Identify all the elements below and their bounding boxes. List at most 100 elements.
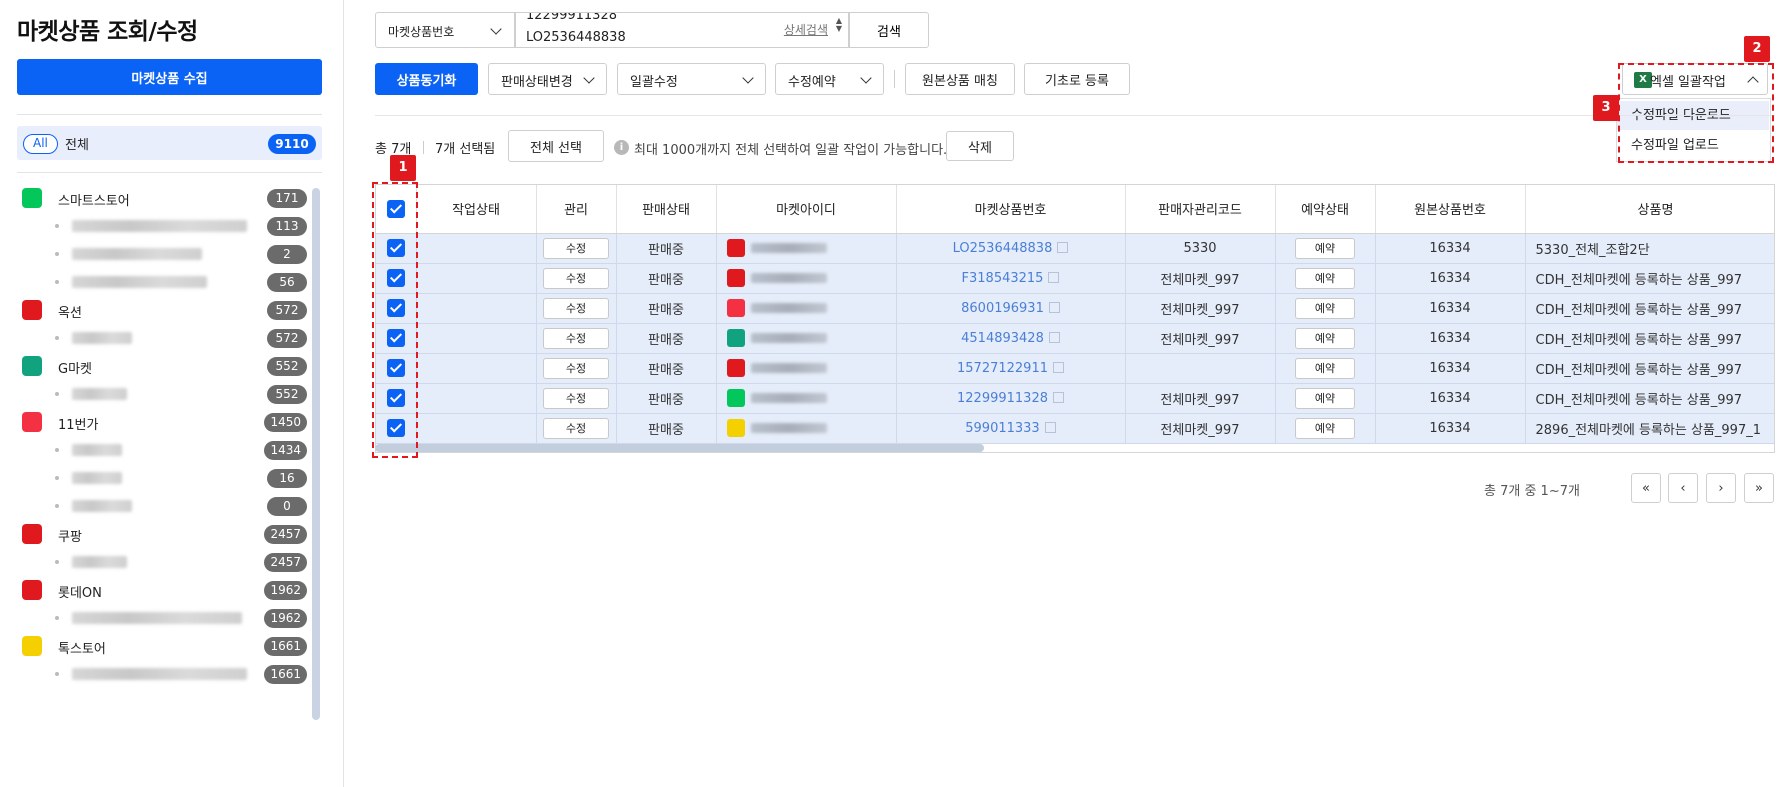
first-page-button[interactable]: « [1631, 473, 1661, 503]
sidebar-sub-item[interactable]: 2457 [17, 550, 307, 574]
reserve-button[interactable]: 예약 [1295, 237, 1355, 259]
edit-button[interactable]: 수정 [543, 387, 609, 409]
table-row[interactable]: 수정 판매중 4514893428 전체마켓_997 예약 16334 CDH_전체마켓에 … [376, 323, 1774, 354]
column-header[interactable]: 관리 [536, 185, 617, 234]
horizontal-scrollbar[interactable] [375, 444, 984, 452]
sidebar-sub-item[interactable]: 56 [17, 270, 307, 294]
next-page-button[interactable]: › [1706, 473, 1736, 503]
product-name-cell: CDH_전체마켓에 등록하는 상품_997 [1525, 383, 1774, 414]
job-status-cell [416, 293, 537, 324]
sidebar-market-talkstore[interactable]: 톡스토어 1661 [17, 634, 307, 658]
sidebar-item-all[interactable]: All 전체 9110 [17, 126, 322, 160]
sidebar-market-11st[interactable]: 11번가 1450 [17, 410, 307, 434]
column-header[interactable]: 마켓상품번호 [896, 185, 1126, 234]
edit-reserve-dropdown[interactable]: 수정예약 [775, 63, 884, 95]
external-link-icon[interactable] [1044, 421, 1056, 433]
reserve-button[interactable]: 예약 [1295, 327, 1355, 349]
product-no-link[interactable]: 15727122911 [957, 361, 1048, 376]
column-header[interactable]: 상품명 [1525, 185, 1774, 234]
external-link-icon[interactable] [1057, 241, 1069, 253]
blurred-account-id [72, 332, 132, 344]
search-input[interactable]: 12299911328 LO2536448838 상세검색 ▲ ▼ [515, 12, 849, 48]
search-field-select[interactable]: 마켓상품번호 [375, 12, 515, 48]
resize-handle-icon[interactable]: ▲ ▼ [836, 17, 842, 33]
table-row[interactable]: 수정 판매중 15727122911 예약 16334 CDH_전체마켓에 등록하는 상품… [376, 353, 1774, 384]
advanced-search-link[interactable]: 상세검색 [784, 21, 828, 38]
reserve-button[interactable]: 예약 [1295, 387, 1355, 409]
market-product-no-cell[interactable]: F318543215 [896, 263, 1126, 294]
search-button[interactable]: 검색 [849, 12, 929, 48]
product-no-link[interactable]: LO2536448838 [953, 241, 1053, 256]
dropdown-label: 수정예약 [788, 75, 836, 90]
sidebar: 마켓상품 조회/수정 마켓상품 수집 All 전체 9110 스마트스토어 171… [0, 0, 344, 787]
edit-button[interactable]: 수정 [543, 237, 609, 259]
table-row[interactable]: 수정 판매중 12299911328 전체마켓_997 예약 16334 CDH_전체마켓에… [376, 383, 1774, 414]
external-link-icon[interactable] [1048, 271, 1060, 283]
sidebar-sub-item[interactable]: 16 [17, 466, 307, 490]
external-link-icon[interactable] [1048, 331, 1060, 343]
sidebar-market-gmarket[interactable]: G마켓 552 [17, 354, 307, 378]
table-row[interactable]: 수정 판매중 599011333 전체마켓_997 예약 16334 2896_전체마켓에 … [376, 413, 1774, 444]
reserve-button[interactable]: 예약 [1295, 417, 1355, 439]
table-row[interactable]: 수정 판매중 LO2536448838 5330 예약 16334 5330_전체_조합2단 [376, 233, 1774, 264]
smartstore-icon [22, 188, 42, 208]
market-product-no-cell[interactable]: 8600196931 [896, 293, 1126, 324]
market-product-no-cell[interactable]: 15727122911 [896, 353, 1126, 384]
edit-button[interactable]: 수정 [543, 267, 609, 289]
search-field-label: 마켓상품번호 [388, 25, 455, 39]
sidebar-market-smartstore[interactable]: 스마트스토어 171 [17, 186, 307, 210]
column-header[interactable]: 작업상태 [416, 185, 537, 234]
bulk-edit-dropdown[interactable]: 일괄수정 [617, 63, 766, 95]
sidebar-market-coupang[interactable]: 쿠팡 2457 [17, 522, 307, 546]
original-product-match-button[interactable]: 원본상품 매칭 [905, 63, 1015, 95]
delete-button[interactable]: 삭제 [946, 131, 1014, 161]
market-product-no-cell[interactable]: 12299911328 [896, 383, 1126, 414]
market-product-no-cell[interactable]: 599011333 [896, 413, 1126, 444]
sidebar-market-lotteon[interactable]: 롯데ON 1962 [17, 578, 307, 602]
product-no-link[interactable]: F318543215 [962, 271, 1044, 286]
column-header[interactable]: 마켓아이디 [716, 185, 897, 234]
sidebar-item-label: 전체 [65, 138, 89, 153]
collect-market-products-button[interactable]: 마켓상품 수집 [17, 59, 322, 95]
sidebar-sub-item[interactable]: 1962 [17, 606, 307, 630]
reserve-button[interactable]: 예약 [1295, 357, 1355, 379]
sidebar-scrollbar[interactable] [312, 188, 320, 720]
register-as-base-button[interactable]: 기초로 등록 [1024, 63, 1130, 95]
edit-button[interactable]: 수정 [543, 357, 609, 379]
reserve-button[interactable]: 예약 [1295, 297, 1355, 319]
product-no-link[interactable]: 8600196931 [961, 301, 1044, 316]
prev-page-button[interactable]: ‹ [1668, 473, 1698, 503]
column-header[interactable]: 판매자관리코드 [1125, 185, 1276, 234]
sidebar-sub-item[interactable]: 113 [17, 214, 307, 238]
edit-button[interactable]: 수정 [543, 297, 609, 319]
product-no-link[interactable]: 12299911328 [957, 391, 1048, 406]
table-row[interactable]: 수정 판매중 8600196931 전체마켓_997 예약 16334 CDH_전체마켓에 … [376, 293, 1774, 324]
column-header[interactable]: 예약상태 [1275, 185, 1376, 234]
sale-status-change-dropdown[interactable]: 판매상태변경 [488, 63, 607, 95]
external-link-icon[interactable] [1052, 391, 1064, 403]
product-no-link[interactable]: 4514893428 [961, 331, 1044, 346]
edit-button[interactable]: 수정 [543, 417, 609, 439]
external-link-icon[interactable] [1048, 301, 1060, 313]
sidebar-sub-item[interactable]: 2 [17, 242, 307, 266]
seller-code-cell: 5330 [1125, 233, 1276, 264]
market-product-no-cell[interactable]: 4514893428 [896, 323, 1126, 354]
select-all-button[interactable]: 전체 선택 [508, 130, 604, 162]
sidebar-sub-item[interactable]: 0 [17, 494, 307, 518]
sidebar-item-label: 쿠팡 [58, 530, 82, 545]
column-header[interactable]: 원본상품번호 [1375, 185, 1526, 234]
table-row[interactable]: 수정 판매중 F318543215 전체마켓_997 예약 16334 CDH_전체마켓에 … [376, 263, 1774, 294]
last-page-button[interactable]: » [1744, 473, 1774, 503]
sidebar-market-auction[interactable]: 옥션 572 [17, 298, 307, 322]
product-no-link[interactable]: 599011333 [965, 421, 1039, 436]
reserve-button[interactable]: 예약 [1295, 267, 1355, 289]
sidebar-sub-item[interactable]: 572 [17, 326, 307, 350]
market-product-no-cell[interactable]: LO2536448838 [896, 233, 1126, 264]
sync-products-button[interactable]: 상품동기화 [375, 63, 478, 95]
sidebar-sub-item[interactable]: 1434 [17, 438, 307, 462]
edit-button[interactable]: 수정 [543, 327, 609, 349]
sidebar-sub-item[interactable]: 552 [17, 382, 307, 406]
column-header[interactable]: 판매상태 [616, 185, 717, 234]
sidebar-sub-item[interactable]: 1661 [17, 662, 307, 686]
external-link-icon[interactable] [1052, 361, 1064, 373]
